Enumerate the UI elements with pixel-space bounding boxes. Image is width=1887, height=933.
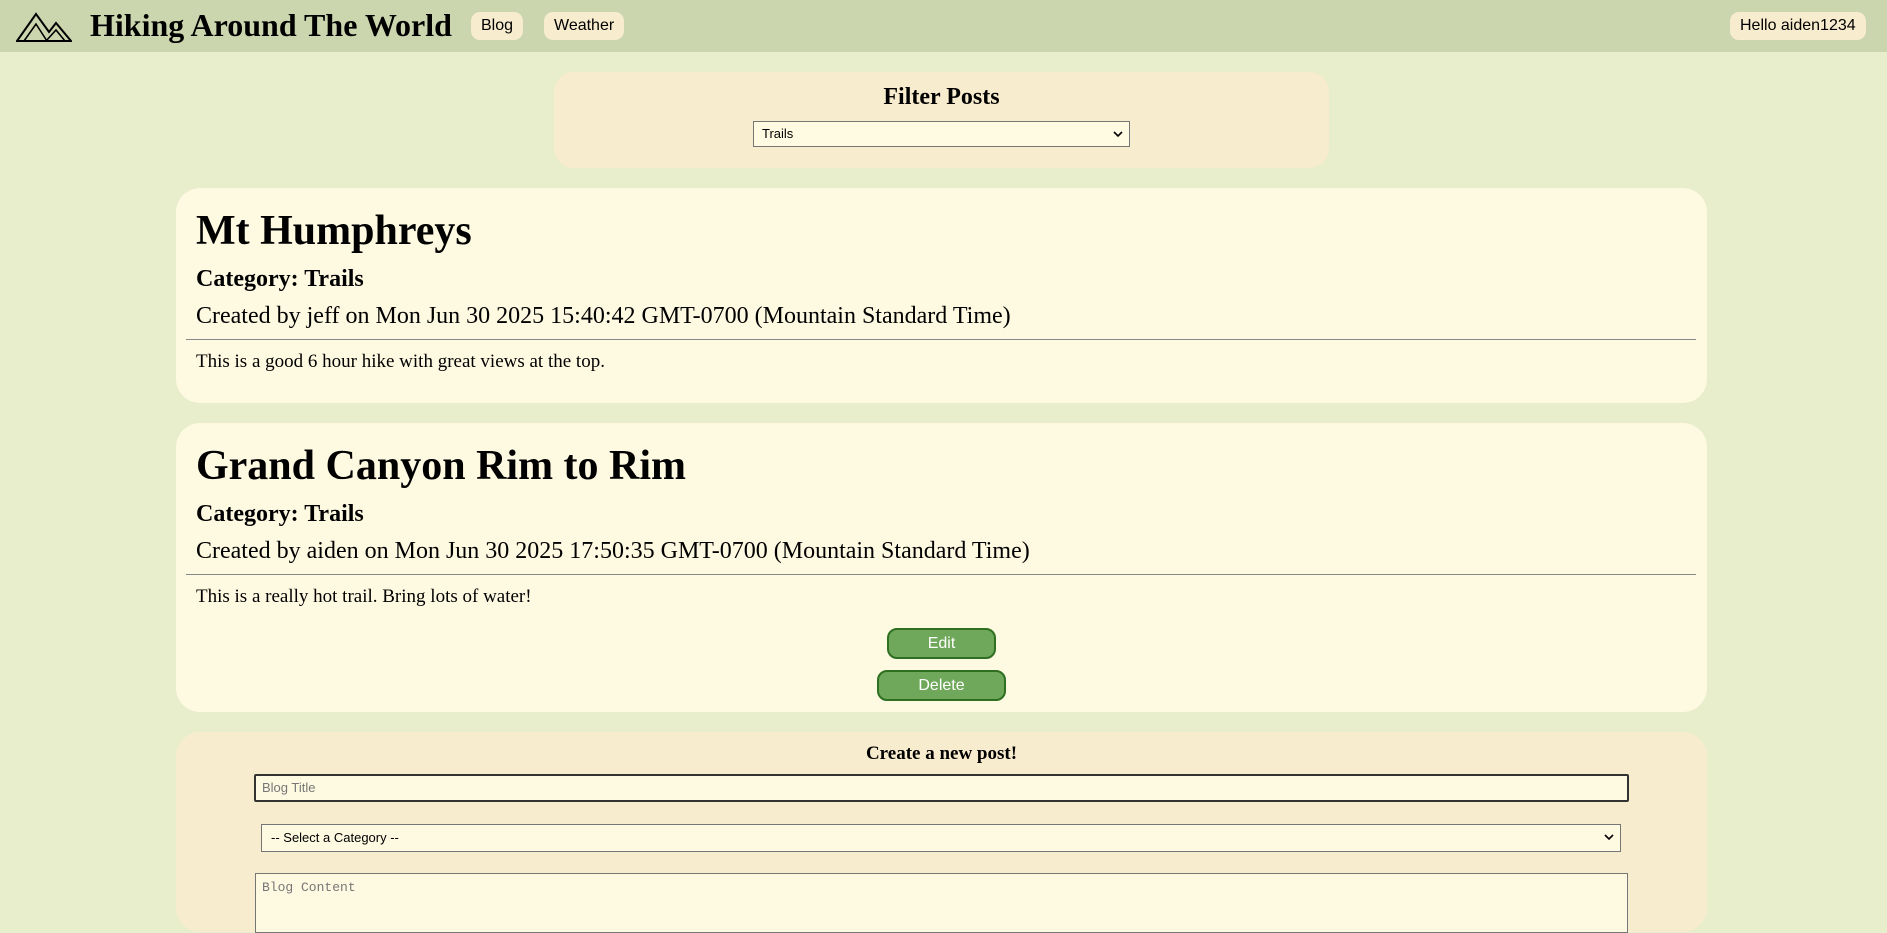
mountains-icon[interactable] xyxy=(16,10,72,42)
chevron-down-icon xyxy=(1604,834,1614,841)
create-post-title: Create a new post! xyxy=(865,743,1018,764)
blog-title-input[interactable]: Blog Title xyxy=(254,774,1629,802)
chevron-down-icon xyxy=(1113,131,1123,138)
site-title: Hiking Around The World xyxy=(90,7,452,43)
blog-content-textarea[interactable]: Blog Content xyxy=(255,873,1628,933)
post-meta: Created by aiden on Mon Jun 30 2025 17:5… xyxy=(196,538,1030,564)
post-category: Category: Trails xyxy=(196,501,364,527)
filter-category-select[interactable]: Trails xyxy=(753,121,1130,147)
filter-selected-value: Trails xyxy=(762,126,794,141)
post-title: Grand Canyon Rim to Rim xyxy=(196,443,687,489)
post-divider xyxy=(186,574,1696,575)
delete-post-button[interactable]: Delete xyxy=(877,670,1006,701)
nav-blog-button[interactable]: Blog xyxy=(471,12,524,40)
blog-post: Mt Humphreys Category: Trails Created by… xyxy=(176,188,1707,403)
user-greeting[interactable]: Hello aiden1234 xyxy=(1730,12,1866,40)
category-selected-value: -- Select a Category -- xyxy=(271,830,399,845)
category-select[interactable]: -- Select a Category -- xyxy=(261,824,1621,852)
site-header: Hiking Around The World Blog Weather Hel… xyxy=(0,0,1887,52)
post-divider xyxy=(186,339,1696,340)
nav-weather-button[interactable]: Weather xyxy=(544,12,625,40)
post-content: This is a good 6 hour hike with great vi… xyxy=(196,351,605,372)
blog-post: Grand Canyon Rim to Rim Category: Trails… xyxy=(176,423,1707,712)
filter-panel: Filter Posts Trails xyxy=(554,72,1329,168)
post-meta: Created by jeff on Mon Jun 30 2025 15:40… xyxy=(196,303,1011,329)
create-post-panel: Create a new post! Blog Title -- Select … xyxy=(176,732,1707,933)
post-category: Category: Trails xyxy=(196,266,364,292)
post-content: This is a really hot trail. Bring lots o… xyxy=(196,586,532,607)
filter-title: Filter Posts xyxy=(883,84,1000,110)
post-title: Mt Humphreys xyxy=(196,208,472,254)
edit-post-button[interactable]: Edit xyxy=(887,628,996,659)
